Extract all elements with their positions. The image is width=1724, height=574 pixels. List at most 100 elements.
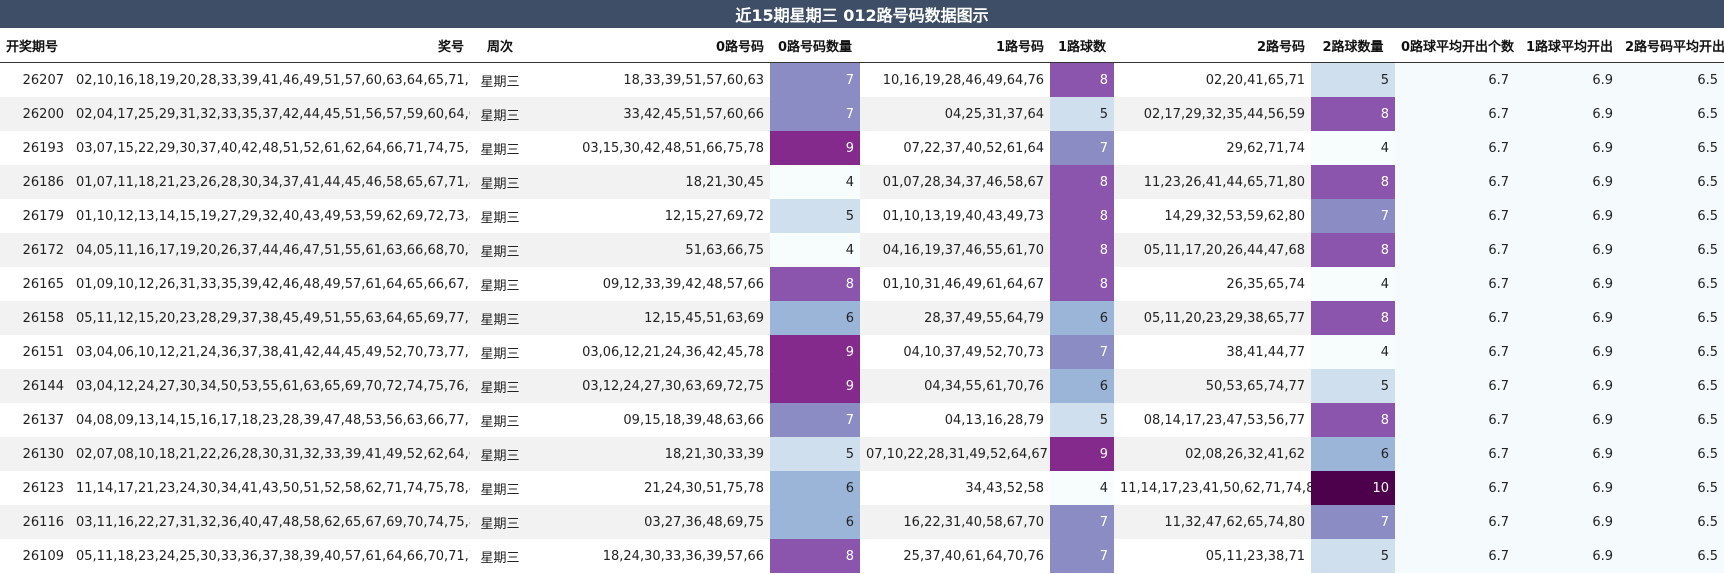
cell-r2-numbers: 05,11,20,23,29,38,65,77 [1143,310,1305,326]
cell-r1-count: 8 [1050,62,1114,97]
cell-r0-numbers: 12,15,27,69,72 [664,208,764,224]
cell-r1-count: 9 [1050,437,1114,471]
cell-avg0: 6.7 [1395,199,1515,233]
cell-weekday: 星期三 [480,210,520,226]
cell-r0-count: 5 [770,437,860,471]
cell-issue: 26200 [22,106,64,122]
cell-avg0: 6.7 [1395,165,1515,199]
cell-r0-numbers: 21,24,30,51,75,78 [644,480,764,496]
cell-r2-count: 4 [1311,267,1395,301]
cell-r2-count: 8 [1311,301,1395,335]
cell-weekday: 星期三 [480,142,520,158]
cell-issue: 26109 [22,548,64,564]
cell-weekday: 星期三 [480,516,520,532]
cell-r1-count: 7 [1050,505,1114,539]
cell-r0-numbers: 12,15,45,51,63,69 [644,310,764,326]
col-header-r2-count: 2路球数量 [1311,28,1395,63]
cell-avg1: 6.9 [1515,199,1619,233]
cell-weekday: 星期三 [480,380,520,396]
cell-avg1: 6.9 [1515,267,1619,301]
col-header-r0-count: 0路号码数量 [770,28,860,63]
cell-numbers: 01,10,12,13,14,15,19,27,29,32,40,43,49,5… [76,208,470,224]
cell-r2-numbers: 11,14,17,23,41,50,62,71,74,80 [1120,480,1311,496]
col-header-avg1: 1路球平均开出 [1515,28,1619,63]
cell-r1-numbers: 04,34,55,61,70,76 [924,378,1044,394]
cell-r0-count: 6 [770,505,860,539]
cell-issue: 26123 [22,480,64,496]
cell-r1-numbers: 28,37,49,55,64,79 [924,310,1044,326]
cell-r0-numbers: 03,12,24,27,30,63,69,72,75 [582,378,764,394]
cell-r0-count: 4 [770,165,860,199]
cell-avg2: 6.5 [1619,267,1724,301]
cell-avg1: 6.9 [1515,233,1619,267]
cell-numbers: 03,04,06,10,12,21,24,36,37,38,41,42,44,4… [76,344,470,360]
cell-r1-numbers: 16,22,31,40,58,67,70 [903,514,1044,530]
cell-numbers: 02,04,17,25,29,31,32,33,35,37,42,44,45,5… [76,106,470,122]
cell-r1-numbers: 01,10,13,19,40,43,49,73 [882,208,1044,224]
cell-r2-numbers: 02,20,41,65,71 [1205,72,1305,88]
cell-r1-count: 5 [1050,97,1114,131]
chart-root: 近15期星期三 012路号码数据图示 开奖期号 奖号 周次 0路号码 0路号码数… [0,0,1724,574]
cell-avg0: 6.7 [1395,97,1515,131]
cell-numbers: 01,09,10,12,26,31,33,35,39,42,46,48,49,5… [76,276,470,292]
table-row: 26137 04,08,09,13,14,15,16,17,18,23,28,39… [0,403,1724,437]
cell-r0-count: 7 [770,62,860,97]
cell-issue: 26179 [22,208,64,224]
cell-weekday: 星期三 [480,108,520,124]
col-header-numbers: 奖号 [70,28,470,63]
cell-r1-numbers: 01,07,28,34,37,46,58,67 [882,174,1044,190]
cell-r0-count: 7 [770,97,860,131]
cell-numbers: 01,07,11,18,21,23,26,28,30,34,37,41,44,4… [76,174,470,190]
table-row: 26109 05,11,18,23,24,25,30,33,36,37,38,39… [0,539,1724,573]
cell-weekday: 星期三 [480,550,520,566]
table-row: 26130 02,07,08,10,18,21,22,26,28,30,31,32… [0,437,1724,471]
cell-issue: 26116 [22,514,64,530]
cell-issue: 26151 [22,344,64,360]
cell-weekday: 星期三 [480,346,520,362]
cell-numbers: 05,11,18,23,24,25,30,33,36,37,38,39,40,5… [76,548,470,564]
cell-issue: 26144 [22,378,64,394]
cell-weekday: 星期三 [480,414,520,430]
cell-r2-numbers: 26,35,65,74 [1226,276,1305,292]
cell-avg0: 6.7 [1395,403,1515,437]
cell-r2-count: 5 [1311,62,1395,97]
cell-numbers: 03,04,12,24,27,30,34,50,53,55,61,63,65,6… [76,378,470,394]
cell-r2-count: 8 [1311,403,1395,437]
cell-r0-count: 9 [770,369,860,403]
cell-weekday: 星期三 [480,176,520,192]
cell-avg1: 6.9 [1515,403,1619,437]
cell-issue: 26158 [22,310,64,326]
table-row: 26158 05,11,12,15,20,23,28,29,37,38,45,49… [0,301,1724,335]
cell-issue: 26186 [22,174,64,190]
cell-r2-numbers: 29,62,71,74 [1226,140,1305,156]
cell-avg1: 6.9 [1515,539,1619,573]
cell-r1-numbers: 10,16,19,28,46,49,64,76 [882,72,1044,88]
cell-avg1: 6.9 [1515,471,1619,505]
cell-r0-count: 9 [770,335,860,369]
cell-avg0: 6.7 [1395,437,1515,471]
col-header-r2-numbers: 2路号码 [1114,28,1311,63]
cell-issue: 26137 [22,412,64,428]
cell-issue: 26172 [22,242,64,258]
table-row: 26123 11,14,17,21,23,24,30,34,41,43,50,51… [0,471,1724,505]
cell-r1-count: 8 [1050,165,1114,199]
cell-r0-count: 8 [770,267,860,301]
data-table: 开奖期号 奖号 周次 0路号码 0路号码数量 1路号码 1路球数 2路号码 2路… [0,28,1724,573]
cell-r1-numbers: 04,16,19,37,46,55,61,70 [882,242,1044,258]
cell-avg0: 6.7 [1395,471,1515,505]
cell-avg0: 6.7 [1395,233,1515,267]
cell-avg0: 6.7 [1395,505,1515,539]
cell-numbers: 03,11,16,22,27,31,32,36,40,47,48,58,62,6… [76,514,470,530]
cell-r0-count: 6 [770,471,860,505]
cell-r2-count: 8 [1311,233,1395,267]
cell-r2-numbers: 02,17,29,32,35,44,56,59 [1143,106,1305,122]
table-row: 26144 03,04,12,24,27,30,34,50,53,55,61,63… [0,369,1724,403]
cell-r2-numbers: 11,23,26,41,44,65,71,80 [1143,174,1305,190]
cell-avg2: 6.5 [1619,62,1724,97]
cell-avg0: 6.7 [1395,369,1515,403]
cell-r1-numbers: 01,10,31,46,49,61,64,67 [882,276,1044,292]
cell-avg0: 6.7 [1395,267,1515,301]
col-header-r1-numbers: 1路号码 [860,28,1050,63]
table-row: 26151 03,04,06,10,12,21,24,36,37,38,41,42… [0,335,1724,369]
col-header-avg2: 2路号码平均开出数量 [1619,28,1724,63]
